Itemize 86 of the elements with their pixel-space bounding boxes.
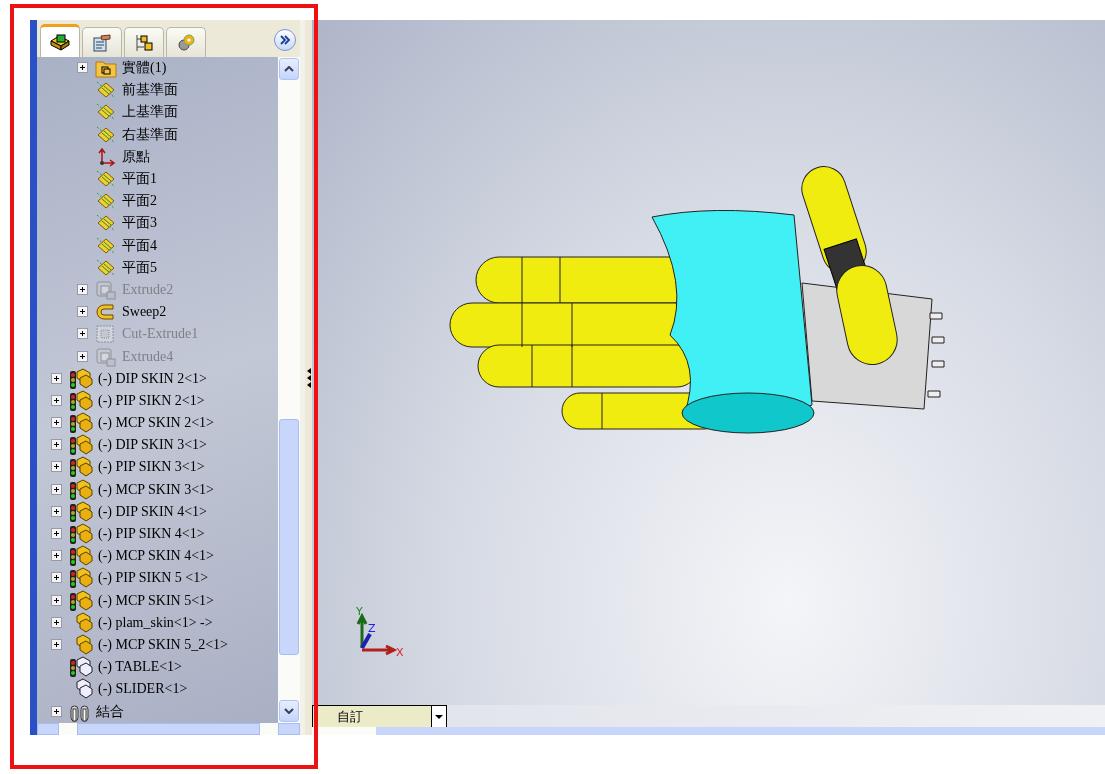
component-icon xyxy=(69,412,93,435)
tree-item[interactable]: (-) plam_skin<1> -> xyxy=(98,614,213,631)
tree-item[interactable]: 平面4 xyxy=(122,236,157,255)
expand-icon[interactable] xyxy=(51,616,62,628)
component-icon xyxy=(69,389,93,412)
tree-item[interactable]: 平面1 xyxy=(122,170,157,189)
folder-icon xyxy=(95,58,117,79)
scroll-thumb[interactable] xyxy=(279,419,299,655)
tree-item[interactable]: (-) MCP SKIN 3<1> xyxy=(98,481,214,498)
scroll-up-button[interactable] xyxy=(279,58,299,80)
arrows-icon xyxy=(306,366,311,389)
expand-icon[interactable] xyxy=(51,550,62,562)
horizontal-scrollbar[interactable] xyxy=(312,727,1105,735)
tree-item[interactable]: (-) DIP SKIN 4<1> xyxy=(98,503,207,520)
tree-item[interactable]: 結合 xyxy=(96,702,124,721)
splitter-handle[interactable] xyxy=(305,20,312,735)
caret-icon xyxy=(284,708,294,714)
horizontal-scrollbar[interactable] xyxy=(37,723,300,735)
origin-icon xyxy=(95,146,117,167)
plane-icon xyxy=(95,235,117,256)
plane-icon xyxy=(95,124,117,145)
expand-icon[interactable] xyxy=(51,572,62,584)
axis-triad-drawing: Y Z X xyxy=(352,606,416,664)
tree-item[interactable]: 平面3 xyxy=(122,214,157,233)
scrollbar[interactable] xyxy=(278,57,300,723)
component-icon xyxy=(69,589,93,612)
component-icon xyxy=(69,478,93,501)
caret-icon xyxy=(284,66,294,72)
configuration-icon xyxy=(134,33,154,52)
tree-item[interactable]: 實體(1) xyxy=(122,59,167,78)
tree-item[interactable]: (-) MCP SKIN 5<1> xyxy=(98,592,214,609)
component-icon xyxy=(69,500,93,523)
component-icon xyxy=(69,523,93,546)
component-icon xyxy=(69,434,93,457)
tree-item[interactable]: (-) DIP SKIN 2<1> xyxy=(98,370,207,387)
expand-icon[interactable] xyxy=(51,372,62,384)
tree-item[interactable]: 平面5 xyxy=(122,258,157,277)
expand-button[interactable] xyxy=(274,29,296,51)
component-icon xyxy=(69,456,93,479)
panel-tab[interactable] xyxy=(40,24,80,57)
expand-icon[interactable] xyxy=(51,461,62,473)
expand-icon[interactable] xyxy=(77,328,88,340)
plane-icon xyxy=(95,257,117,278)
tree-item[interactable]: 平面2 xyxy=(122,192,157,211)
expand-icon[interactable] xyxy=(51,417,62,429)
tree-item[interactable]: Sweep2 xyxy=(122,304,167,321)
gear-icon xyxy=(176,33,196,52)
tree-item[interactable]: 上基準面 xyxy=(122,103,178,122)
extrude-icon xyxy=(95,279,117,300)
part-icon xyxy=(50,33,70,51)
tree-item[interactable]: 原點 xyxy=(122,147,150,166)
expand-icon[interactable] xyxy=(51,528,62,540)
tree-item[interactable]: (-) MCP SKIN 2<1> xyxy=(98,415,214,432)
tree-item[interactable]: (-) SLIDER<1> xyxy=(98,681,188,698)
expand-icon[interactable] xyxy=(51,483,62,495)
extrude-icon xyxy=(95,346,117,367)
expand-icon[interactable] xyxy=(77,306,88,318)
chevron-icon xyxy=(279,35,291,45)
scroll-down-button[interactable] xyxy=(279,700,299,722)
tree-item[interactable]: (-) TABLE<1> xyxy=(98,659,182,676)
component-icon xyxy=(69,656,93,679)
expand-icon[interactable] xyxy=(51,705,62,717)
tree-item[interactable]: (-) PIP SIKN 3<1> xyxy=(98,459,205,476)
cut-extrude-icon xyxy=(95,324,117,345)
expand-icon[interactable] xyxy=(77,350,88,362)
tree-item[interactable]: (-) PIP SIKN 5 <1> xyxy=(98,570,209,587)
expand-icon[interactable] xyxy=(51,505,62,517)
component-icon xyxy=(69,367,93,390)
component-icon xyxy=(69,545,93,568)
tree-item[interactable]: (-) DIP SKIN 3<1> xyxy=(98,437,207,454)
expand-icon[interactable] xyxy=(77,283,88,295)
expand-icon[interactable] xyxy=(51,638,62,650)
caret-icon xyxy=(435,715,443,719)
tree-item[interactable]: (-) PIP SIKN 2<1> xyxy=(98,392,205,409)
tree-item[interactable]: (-) MCP SKIN 4<1> xyxy=(98,548,214,565)
tree-item[interactable]: (-) MCP SKIN 5_2<1> xyxy=(98,636,228,653)
tree-item[interactable]: 右基準面 xyxy=(122,125,178,144)
tree-item[interactable]: (-) PIP SIKN 4<1> xyxy=(98,526,205,543)
sweep-icon xyxy=(95,302,117,323)
expand-icon[interactable] xyxy=(51,394,62,406)
expand-icon[interactable] xyxy=(51,594,62,606)
tree-item[interactable]: 前基準面 xyxy=(122,81,178,100)
expand-icon[interactable] xyxy=(77,62,88,74)
expand-icon[interactable] xyxy=(51,439,62,451)
component-icon xyxy=(69,567,93,590)
document-icon xyxy=(92,33,112,52)
